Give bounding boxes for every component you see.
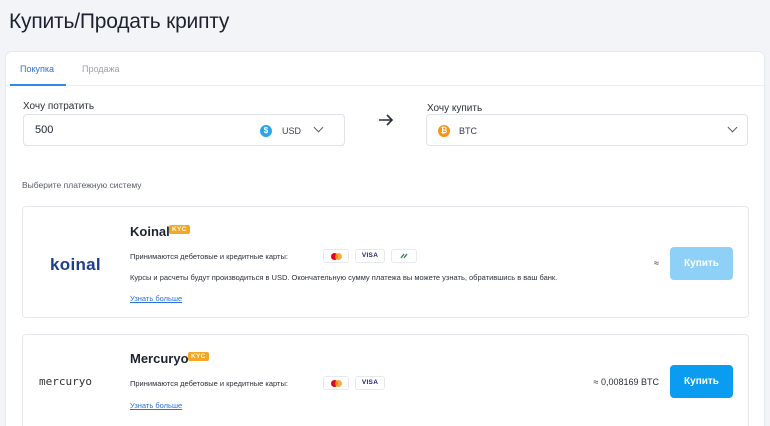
active-tab-indicator (10, 84, 66, 86)
exchange-card: Покупка Продажа Хочу потратить 500 $ USD… (6, 52, 764, 426)
tab-bar: Покупка Продажа (6, 52, 764, 86)
rate-estimate: ≈ (654, 258, 659, 268)
buy-button[interactable]: Купить (670, 365, 733, 398)
bitcoin-icon: ₿ (438, 125, 450, 137)
currency-note: Курсы и расчеты будут производиться в US… (130, 273, 558, 282)
visa-icon: VISA (355, 376, 385, 390)
mastercard-icon (323, 376, 349, 390)
buy-button[interactable]: Купить (670, 247, 733, 280)
spend-amount-field[interactable]: 500 $ USD (23, 114, 345, 146)
tab-sell[interactable]: Продажа (82, 64, 120, 74)
dollar-coin-icon: $ (260, 125, 272, 137)
koinal-logo: koinal (50, 255, 101, 274)
arrow-right-icon (379, 114, 394, 126)
receive-label: Хочу купить (427, 103, 483, 114)
provider-name: Mercuryo (130, 351, 189, 366)
provider-name: Koinal (130, 224, 170, 239)
kyc-badge: KYC (188, 352, 209, 361)
page-title: Купить/Продать крипту (9, 10, 230, 33)
tab-buy[interactable]: Покупка (20, 64, 54, 74)
kyc-badge: KYC (169, 225, 190, 234)
chevron-down-icon[interactable] (727, 122, 738, 133)
visa-icon: VISA (355, 249, 385, 263)
provider-koinal: koinal Koinal KYC Принимаются дебетовые … (22, 206, 749, 318)
cards-accepted-text: Принимаются дебетовые и кредитные карты: (130, 252, 288, 261)
receive-currency[interactable]: BTC (459, 126, 477, 136)
other-card-icon (391, 249, 417, 263)
spend-amount-value[interactable]: 500 (35, 124, 53, 136)
learn-more-link[interactable]: Узнать больше (130, 401, 182, 410)
cards-accepted-text: Принимаются дебетовые и кредитные карты: (130, 379, 288, 388)
chevron-down-icon[interactable] (313, 122, 324, 133)
rate-estimate: ≈ 0,008169 BTC (593, 377, 659, 387)
payment-section-label: Выберите платежную систему (22, 180, 142, 190)
spend-label: Хочу потратить (23, 101, 95, 112)
mastercard-icon (323, 249, 349, 263)
provider-mercuryo: mercuryo Mercuryo KYC Принимаются дебето… (22, 334, 749, 426)
spend-currency[interactable]: USD (282, 126, 301, 136)
learn-more-link[interactable]: Узнать больше (130, 294, 182, 303)
mercuryo-logo: mercuryo (39, 375, 92, 388)
receive-currency-select[interactable]: ₿ BTC (426, 114, 748, 146)
